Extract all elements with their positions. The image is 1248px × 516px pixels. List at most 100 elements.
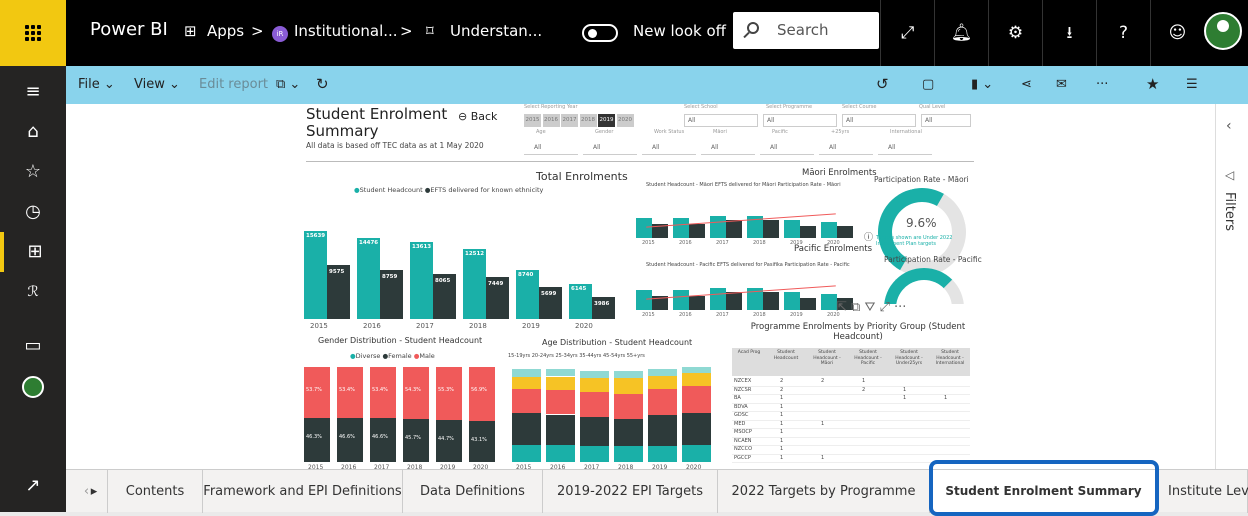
- tab-targets-by-programme[interactable]: 2022 Targets by Programme: [718, 470, 930, 513]
- age-segment: [648, 375, 677, 389]
- year-button[interactable]: 2015: [524, 114, 541, 127]
- table-row: BA 1 1 1: [732, 395, 970, 404]
- favorite-star-icon[interactable]: ★: [1146, 75, 1159, 93]
- slicer-label: International: [890, 129, 922, 135]
- subscribe-icon[interactable]: ✉: [1056, 77, 1067, 92]
- age-segment: [682, 386, 711, 413]
- workspace-badge: iR: [272, 26, 288, 42]
- mini-year: 2015: [642, 312, 655, 318]
- workspaces-icon[interactable]: ▭: [0, 326, 66, 366]
- mini-bar-dark: [726, 220, 742, 238]
- notifications-icon[interactable]: 🔔︎: [934, 0, 988, 66]
- level-dropdown[interactable]: All: [921, 114, 971, 127]
- female-label: 46.6%: [339, 433, 355, 440]
- info-icon[interactable]: ⓘ: [864, 230, 873, 243]
- report-link[interactable]: Understan...: [450, 22, 542, 40]
- apps-icon[interactable]: ⊞: [184, 22, 197, 40]
- table-cell: NCAEN: [734, 437, 752, 444]
- filters-pane[interactable]: ‹ ◁ Filters: [1215, 104, 1248, 469]
- mini-bar: [636, 290, 652, 310]
- apps-nav-icon[interactable]: ⊞: [0, 232, 66, 272]
- table-cell: NZCSR: [734, 386, 752, 393]
- view-menu[interactable]: View ⌄: [134, 77, 180, 92]
- list-icon[interactable]: ☰: [1186, 77, 1198, 92]
- comment-icon[interactable]: ▢: [922, 77, 934, 92]
- download-icon[interactable]: ⭳: [1042, 0, 1096, 66]
- year-tick: 2020: [575, 322, 593, 330]
- search-input[interactable]: Search: [733, 12, 879, 49]
- tab-framework[interactable]: Framework and EPI Definitions: [203, 470, 403, 513]
- my-workspace-icon[interactable]: [22, 376, 44, 398]
- file-menu[interactable]: File ⌄: [78, 77, 115, 92]
- settings-icon[interactable]: ⚙: [988, 0, 1042, 66]
- slicer-dropdown[interactable]: All: [819, 144, 873, 155]
- course-dropdown[interactable]: All: [842, 114, 916, 127]
- year-button[interactable]: 2017: [561, 114, 578, 127]
- tab-epi-targets[interactable]: 2019-2022 EPI Targets: [543, 470, 718, 513]
- year-button[interactable]: 2020: [616, 114, 634, 127]
- headcount-bar: [410, 242, 433, 319]
- efts-label: 5699: [541, 290, 557, 297]
- table-header: Acad Prog Student Headcount Student Headco…: [732, 348, 970, 376]
- participation-maori-title: Participation Rate - Māori: [874, 175, 969, 184]
- headcount-bar: [463, 248, 486, 319]
- visual-header-icons[interactable]: ⇱ ⧉ ⛛ ⤢ ···: [836, 300, 906, 315]
- back-button[interactable]: ⊖ Back: [458, 110, 497, 123]
- favorites-icon[interactable]: ☆: [0, 152, 66, 192]
- tab-institute-level[interactable]: Institute Leve: [1158, 470, 1248, 513]
- app-launcher-icon[interactable]: [0, 0, 66, 66]
- home-icon[interactable]: ⌂: [0, 112, 66, 152]
- age-segment: [648, 388, 677, 416]
- year-button[interactable]: 2019: [598, 114, 615, 127]
- reset-icon[interactable]: ↺: [876, 75, 889, 93]
- year-button[interactable]: 2016: [542, 114, 560, 127]
- slicer-dropdown[interactable]: All: [760, 144, 814, 155]
- slicer-dropdown[interactable]: All: [524, 144, 578, 155]
- school-dropdown[interactable]: All: [684, 114, 758, 127]
- more-options-icon[interactable]: ···: [1096, 77, 1108, 92]
- year-button[interactable]: 2018: [579, 114, 597, 127]
- table-cell: 2: [821, 378, 825, 384]
- bookmark-menu-icon[interactable]: ▮ ⌄: [971, 77, 993, 92]
- mini-year: 2019: [790, 312, 803, 318]
- collapse-icon[interactable]: ‹: [1226, 118, 1232, 134]
- filter-icon[interactable]: ◁: [1225, 168, 1234, 182]
- get-data-icon[interactable]: ↗: [0, 466, 66, 506]
- efts-label: 8759: [382, 273, 398, 280]
- edit-report-button[interactable]: Edit report: [199, 77, 268, 92]
- female-label: 45.7%: [405, 434, 421, 441]
- tab-scroll-right-icon[interactable]: ▸: [81, 470, 108, 513]
- workspace-link[interactable]: Institutional...: [294, 22, 398, 40]
- apps-link[interactable]: Apps: [207, 22, 244, 40]
- shared-icon[interactable]: ℛ: [0, 272, 66, 312]
- feedback-icon[interactable]: ☺: [1150, 0, 1204, 66]
- mini-year: 2016: [679, 240, 692, 246]
- year-slicer-label: Select Reporting Year: [524, 104, 578, 110]
- help-icon[interactable]: ?: [1096, 0, 1150, 66]
- brand-label[interactable]: Power BI: [90, 19, 168, 40]
- programme-dropdown[interactable]: All: [763, 114, 837, 127]
- slicer-dropdown[interactable]: All: [701, 144, 755, 155]
- refresh-icon[interactable]: ↻: [316, 75, 329, 93]
- new-look-toggle[interactable]: [582, 24, 618, 42]
- female-label: 46.6%: [372, 433, 388, 440]
- female-segment: [337, 417, 363, 462]
- tab-data-definitions[interactable]: Data Definitions: [403, 470, 543, 513]
- mini-bar: [821, 222, 837, 238]
- recent-icon[interactable]: ◷: [0, 192, 66, 232]
- slicer-dropdown[interactable]: All: [878, 144, 932, 155]
- total-enrolments-title: Total Enrolments: [536, 170, 628, 183]
- avatar[interactable]: [1204, 12, 1242, 50]
- programme-table[interactable]: Acad Prog Student Headcount Student Headco…: [732, 348, 976, 469]
- male-segment: [436, 367, 462, 420]
- mini-bar-dark: [800, 298, 816, 310]
- share-icon[interactable]: ⋖: [1021, 77, 1032, 92]
- slicer-dropdown[interactable]: All: [642, 144, 696, 155]
- mini-bar: [784, 220, 800, 238]
- tab-contents[interactable]: Contents: [108, 470, 203, 513]
- menu-icon[interactable]: ≡: [0, 72, 66, 112]
- slicer-dropdown[interactable]: All: [583, 144, 637, 155]
- explore-icon[interactable]: ⧉ ⌄: [276, 77, 300, 92]
- age-segment: [648, 445, 677, 462]
- expand-icon[interactable]: ⤢: [880, 0, 934, 66]
